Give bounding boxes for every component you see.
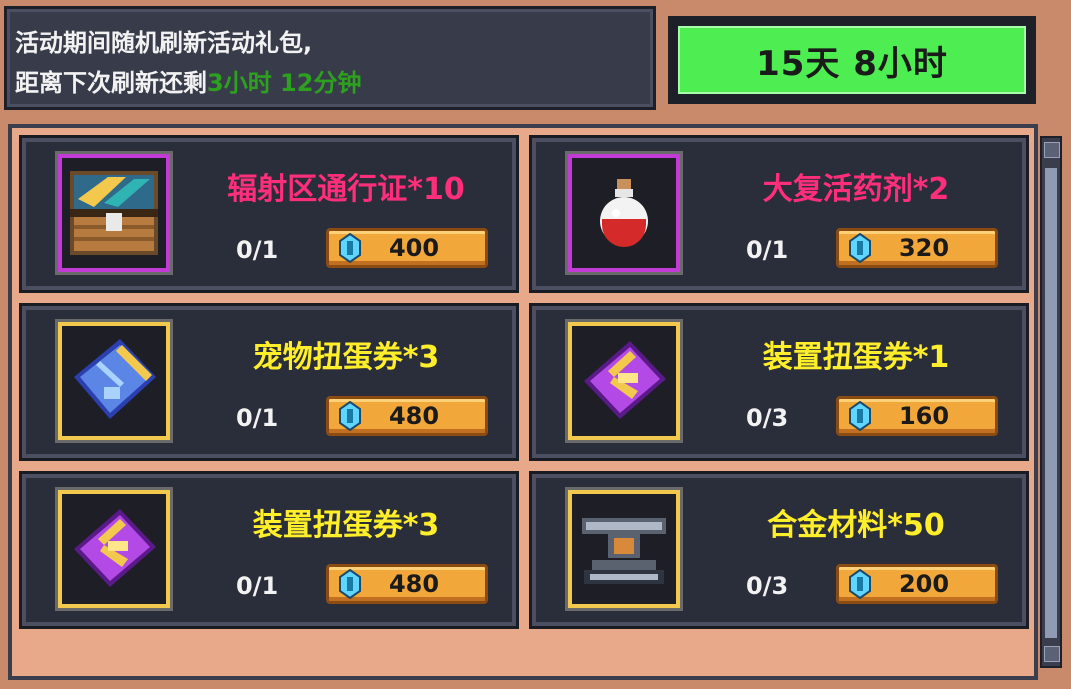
shop-item-card: 装置扭蛋券*1 0/3 160 — [532, 306, 1026, 458]
refresh-label: 距离下次刷新还剩 — [15, 69, 207, 97]
gem-icon — [849, 569, 871, 599]
event-info-line1: 活动期间随机刷新活动礼包, — [15, 29, 313, 57]
purchase-count: 0/1 — [236, 236, 279, 264]
scroll-down-button[interactable] — [1044, 646, 1060, 662]
item-name: 合金材料*50 — [767, 508, 945, 543]
purchase-count: 0/1 — [746, 236, 789, 264]
buy-button[interactable]: 480 — [326, 396, 488, 436]
purchase-count: 0/3 — [746, 404, 789, 432]
price-value: 200 — [898, 570, 950, 598]
shop-item-card: 装置扭蛋券*3 0/1 480 — [22, 474, 516, 626]
item-name: 宠物扭蛋券*3 — [252, 340, 440, 375]
gem-icon — [849, 233, 871, 263]
gem-icon — [849, 401, 871, 431]
purchase-count: 0/1 — [236, 404, 279, 432]
purple-ticket-icon — [584, 341, 666, 419]
scroll-thumb[interactable] — [1045, 168, 1057, 638]
gem-icon — [339, 569, 361, 599]
chest-icon — [70, 171, 158, 255]
item-icon-frame — [58, 154, 170, 272]
purchase-count: 0/1 — [236, 572, 279, 600]
price-value: 400 — [388, 234, 440, 262]
gem-icon — [339, 233, 361, 263]
item-name: 大复活药剂*2 — [762, 172, 950, 207]
buy-button[interactable]: 400 — [326, 228, 488, 268]
buy-button[interactable]: 320 — [836, 228, 998, 268]
event-info-panel: 活动期间随机刷新活动礼包, 距离下次刷新还剩3小时 12分钟 — [4, 6, 656, 110]
gem-icon — [339, 401, 361, 431]
shop-list: 辐射区通行证*10 0/1 400 大复活药剂*2 0/1 320 宠物扭蛋券*… — [8, 124, 1038, 680]
price-value: 480 — [388, 402, 440, 430]
price-value: 160 — [898, 402, 950, 430]
item-icon-frame — [568, 490, 680, 608]
item-name: 装置扭蛋券*1 — [762, 340, 950, 375]
blue-ticket-icon — [74, 339, 156, 419]
shop-item-card: 大复活药剂*2 0/1 320 — [532, 138, 1026, 290]
item-icon-frame — [58, 490, 170, 608]
item-icon-frame — [568, 322, 680, 440]
shop-item-card: 合金材料*50 0/3 200 — [532, 474, 1026, 626]
alloy-icon — [582, 518, 666, 584]
price-value: 480 — [388, 570, 440, 598]
item-name: 辐射区通行证*10 — [227, 172, 465, 207]
scroll-up-button[interactable] — [1044, 142, 1060, 158]
buy-button[interactable]: 480 — [326, 564, 488, 604]
shop-item-card: 辐射区通行证*10 0/1 400 — [22, 138, 516, 290]
item-icon-frame — [58, 322, 170, 440]
buy-button[interactable]: 160 — [836, 396, 998, 436]
event-info-line2: 距离下次刷新还剩3小时 12分钟 — [15, 63, 653, 103]
item-icon-frame — [568, 154, 680, 272]
scrollbar[interactable] — [1040, 136, 1062, 668]
event-timer-label: 15天 8小时 — [674, 22, 1030, 98]
refresh-countdown: 3小时 12分钟 — [207, 69, 362, 97]
purchase-count: 0/3 — [746, 572, 789, 600]
event-timer: 15天 8小时 — [668, 16, 1036, 104]
potion-icon — [600, 179, 648, 247]
buy-button[interactable]: 200 — [836, 564, 998, 604]
shop-item-card: 宠物扭蛋券*3 0/1 480 — [22, 306, 516, 458]
purple-ticket-icon — [74, 509, 156, 587]
price-value: 320 — [898, 234, 950, 262]
item-name: 装置扭蛋券*3 — [252, 508, 440, 543]
